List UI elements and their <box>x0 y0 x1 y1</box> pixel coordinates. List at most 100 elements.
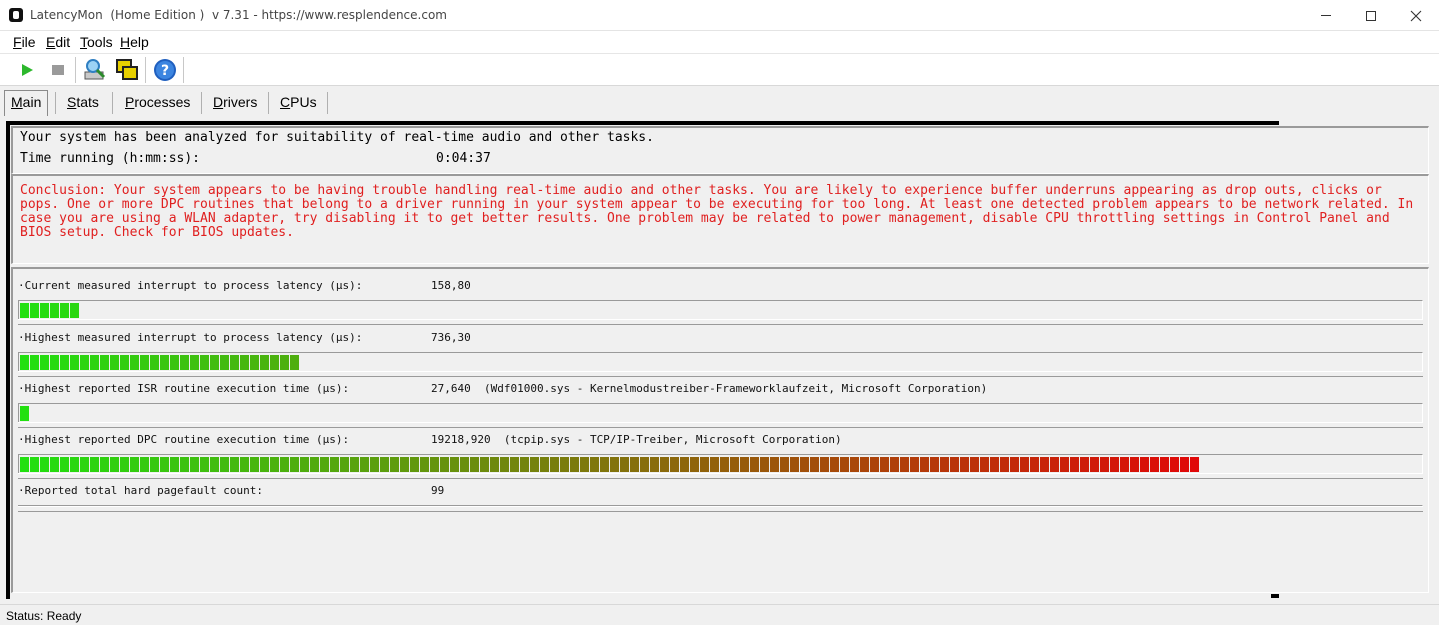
bar-segment <box>510 457 519 472</box>
menu-file[interactable]: File <box>13 34 36 50</box>
tab-cpus[interactable]: CPUs <box>274 91 323 115</box>
menu-tools[interactable]: Tools <box>80 34 113 50</box>
metric-label: ·Highest reported DPC routine execution … <box>18 433 350 446</box>
bar-segment <box>390 457 399 472</box>
bar-segment <box>550 457 559 472</box>
bar-segment <box>150 457 159 472</box>
bar-segment <box>1040 457 1049 472</box>
resize-handle[interactable] <box>1271 594 1279 598</box>
latency-bar <box>18 505 1423 512</box>
bar-segment <box>520 457 529 472</box>
bar-segment <box>860 457 869 472</box>
bar-segment <box>80 355 89 370</box>
bar-segment <box>340 457 349 472</box>
latency-bar <box>18 300 1423 325</box>
tab-main[interactable]: Main <box>4 90 49 116</box>
bar-segment <box>110 457 119 472</box>
bar-segment <box>920 457 929 472</box>
title-bar: LatencyMon (Home Edition ) v 7.31 - http… <box>0 0 1439 31</box>
bar-segment <box>180 355 189 370</box>
latency-bar <box>18 403 1423 428</box>
metric-label: ·Reported total hard pagefault count: <box>18 484 264 497</box>
maximize-button[interactable] <box>1348 0 1394 31</box>
bar-segment <box>870 457 879 472</box>
bar-segment <box>210 355 219 370</box>
bar-segment <box>620 457 629 472</box>
bar-segment <box>530 457 539 472</box>
metrics-panel: ·Current measured interrupt to process l… <box>11 267 1429 593</box>
bar-segment <box>910 457 919 472</box>
tab-bar: Main Stats Processes Drivers CPUs <box>0 88 1439 118</box>
frame-edge <box>6 121 1279 125</box>
bar-segment <box>450 457 459 472</box>
bar-segment <box>800 457 809 472</box>
bar-segment <box>300 457 309 472</box>
bar-segment <box>560 457 569 472</box>
bar-fill <box>20 457 1199 472</box>
bar-segment <box>20 406 29 421</box>
windows-button[interactable] <box>114 57 140 83</box>
bar-segment <box>130 457 139 472</box>
app-icon <box>9 8 23 22</box>
frame-edge <box>6 121 10 599</box>
bar-segment <box>1190 457 1199 472</box>
windows-icon <box>116 59 138 80</box>
close-button[interactable] <box>1393 0 1439 31</box>
status-bar: Status: Ready <box>0 604 1439 625</box>
bar-segment <box>320 457 329 472</box>
bar-segment <box>160 355 169 370</box>
bar-segment <box>20 355 29 370</box>
metric-value: 158,80 <box>431 279 471 292</box>
bar-segment <box>160 457 169 472</box>
tab-stats[interactable]: Stats <box>61 91 105 115</box>
bar-segment <box>90 457 99 472</box>
bar-segment <box>70 303 79 318</box>
tab-processes[interactable]: Processes <box>119 91 196 115</box>
bar-segment <box>750 457 759 472</box>
minimize-button[interactable] <box>1303 0 1349 31</box>
bar-segment <box>710 457 719 472</box>
bar-segment <box>650 457 659 472</box>
minimize-icon <box>1321 15 1331 16</box>
bar-segment <box>190 457 199 472</box>
bar-segment <box>960 457 969 472</box>
bar-segment <box>600 457 609 472</box>
analysis-summary: Your system has been analyzed for suitab… <box>20 130 654 145</box>
window-title: LatencyMon (Home Edition ) v 7.31 - http… <box>30 8 447 22</box>
start-button[interactable] <box>14 57 40 83</box>
metric-label: ·Highest measured interrupt to process l… <box>18 331 363 344</box>
bar-segment <box>40 303 49 318</box>
bar-segment <box>240 457 249 472</box>
bar-segment <box>290 355 299 370</box>
bar-fill <box>20 355 299 370</box>
metric-value: 736,30 <box>431 331 471 344</box>
toolbar: ? <box>0 54 1439 86</box>
bar-segment <box>1150 457 1159 472</box>
bar-fill <box>20 303 79 318</box>
bar-segment <box>330 457 339 472</box>
bar-segment <box>990 457 999 472</box>
help-button[interactable]: ? <box>152 57 178 83</box>
bar-segment <box>1120 457 1129 472</box>
bar-segment <box>120 355 129 370</box>
close-icon <box>1410 10 1422 21</box>
bar-segment <box>230 457 239 472</box>
tab-drivers[interactable]: Drivers <box>207 91 263 115</box>
bar-segment <box>1160 457 1169 472</box>
analysis-info-panel: Your system has been analyzed for suitab… <box>11 126 1429 174</box>
driver-search-button[interactable] <box>82 57 108 83</box>
bar-segment <box>630 457 639 472</box>
menu-edit[interactable]: Edit <box>46 34 70 50</box>
bar-segment <box>70 457 79 472</box>
bar-segment <box>100 355 109 370</box>
bar-segment <box>60 355 69 370</box>
status-text: Status: Ready <box>6 609 82 623</box>
bar-segment <box>50 303 59 318</box>
svg-text:?: ? <box>161 63 169 79</box>
bar-segment <box>540 457 549 472</box>
conclusion-text: Conclusion: Your system appears to be ha… <box>20 183 1414 240</box>
bar-segment <box>130 355 139 370</box>
latency-bar <box>18 352 1423 377</box>
stop-button[interactable] <box>45 57 71 83</box>
menu-help[interactable]: Help <box>120 34 149 50</box>
